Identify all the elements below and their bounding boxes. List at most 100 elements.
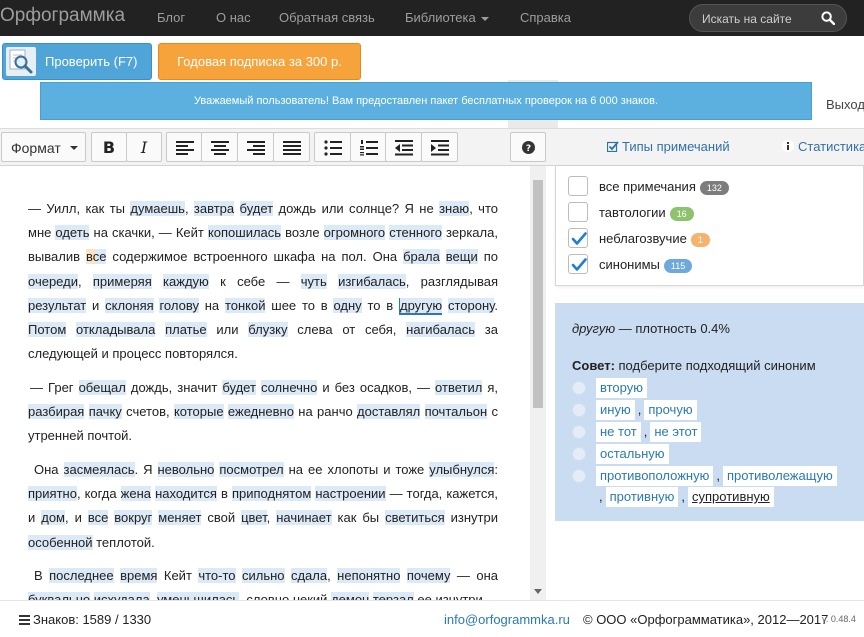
editor-scrollbar[interactable] xyxy=(530,166,546,600)
check-button[interactable]: Проверить (F7) xyxy=(2,43,152,80)
synonym-highlight[interactable]: тонкой xyxy=(224,297,266,313)
logout-link[interactable]: Выход xyxy=(826,97,864,112)
synonym-chip[interactable]: остальную xyxy=(596,444,669,464)
synonym-highlight[interactable]: что-то xyxy=(198,568,236,583)
synonym-highlight[interactable]: одну xyxy=(333,297,362,313)
format-dropdown[interactable]: Формат xyxy=(1,132,86,162)
selected-word-highlight[interactable]: другую xyxy=(399,297,443,315)
synonym-highlight[interactable]: буквально xyxy=(28,592,91,600)
synonym-chip[interactable]: супротивную xyxy=(688,487,774,507)
synonym-highlight[interactable]: особенной xyxy=(28,534,93,550)
indent-button[interactable] xyxy=(421,132,458,162)
synonym-highlight[interactable]: исхудала xyxy=(93,592,150,600)
align-center-button[interactable] xyxy=(201,132,238,162)
synonym-highlight[interactable]: почтальон xyxy=(424,404,488,420)
synonym-chip[interactable]: не этот xyxy=(650,422,702,442)
synonym-highlight[interactable]: приподнятом xyxy=(231,486,312,502)
synonym-highlight[interactable]: Потом xyxy=(28,322,67,338)
synonym-highlight[interactable]: платье xyxy=(165,322,207,338)
synonym-highlight[interactable]: результат xyxy=(28,297,87,313)
italic-button[interactable]: I xyxy=(126,132,162,162)
synonym-highlight[interactable]: сторону xyxy=(447,297,495,313)
synonym-highlight[interactable]: дом xyxy=(41,510,65,526)
synonym-highlight[interactable]: огромного xyxy=(323,225,386,241)
remark-checkbox[interactable] xyxy=(568,202,588,222)
synonym-highlight[interactable]: доставлял xyxy=(357,404,421,420)
synonym-highlight[interactable]: очереди xyxy=(28,273,78,289)
synonym-highlight[interactable]: посмотрел xyxy=(219,462,284,477)
bold-button[interactable]: B xyxy=(91,132,127,162)
synonym-chip[interactable]: прочую xyxy=(644,400,697,420)
synonym-highlight[interactable]: демон xyxy=(331,592,370,600)
synonym-chip[interactable]: противолежащую xyxy=(722,466,837,486)
synonym-chip[interactable]: противоположную xyxy=(596,466,714,486)
synonym-highlight[interactable]: копошилась xyxy=(207,225,282,241)
synonym-highlight[interactable]: будет xyxy=(222,380,256,395)
synonym-highlight[interactable]: разбирая xyxy=(28,404,85,420)
synonym-highlight[interactable]: нагибалась xyxy=(406,322,476,338)
synonym-highlight[interactable]: пачку xyxy=(88,404,122,420)
synonym-highlight[interactable]: время xyxy=(120,568,158,583)
synonym-highlight[interactable]: вещи xyxy=(445,249,478,265)
editor-scrollbar-thumb[interactable] xyxy=(533,180,543,408)
synonym-highlight[interactable]: последнее xyxy=(49,568,114,583)
site-search-input[interactable] xyxy=(702,10,820,27)
synonym-highlight[interactable]: каждую xyxy=(163,273,209,289)
synonym-radio[interactable] xyxy=(572,425,586,439)
menu-icon[interactable] xyxy=(19,615,30,625)
synonym-highlight[interactable]: уменьшилась xyxy=(156,592,240,600)
search-icon[interactable] xyxy=(821,11,835,25)
help-button[interactable]: ? xyxy=(510,132,546,162)
synonym-highlight[interactable]: ответил xyxy=(435,380,483,395)
synonym-highlight[interactable]: терзал xyxy=(372,592,414,600)
synonym-highlight[interactable]: изгибалась xyxy=(338,273,406,289)
align-justify-button[interactable] xyxy=(273,132,310,162)
synonym-chip[interactable]: противную xyxy=(605,487,679,507)
synonym-highlight[interactable]: знаю xyxy=(439,201,470,216)
synonym-chip[interactable]: не тот xyxy=(596,422,641,442)
synonym-highlight[interactable]: непонятно xyxy=(337,568,401,583)
synonym-highlight[interactable]: приятно xyxy=(28,486,77,502)
synonym-radio[interactable] xyxy=(572,403,586,417)
synonym-highlight[interactable]: светиться xyxy=(385,510,445,526)
statistics-tab[interactable]: Статистика xyxy=(782,139,864,154)
numbered-list-button[interactable] xyxy=(350,132,387,162)
synonym-radio[interactable] xyxy=(572,469,586,483)
synonym-highlight[interactable]: примеряя xyxy=(92,273,152,289)
align-left-button[interactable] xyxy=(166,132,202,162)
synonym-highlight[interactable]: сильно xyxy=(241,568,285,583)
synonym-highlight[interactable]: настроении xyxy=(315,486,386,502)
synonym-highlight[interactable]: невольно xyxy=(157,462,215,477)
synonym-highlight[interactable]: начинает xyxy=(276,510,332,526)
synonym-highlight[interactable]: одеть xyxy=(55,225,90,241)
synonym-chip[interactable]: вторую xyxy=(596,378,647,398)
align-right-button[interactable] xyxy=(237,132,274,162)
synonym-highlight[interactable]: голову xyxy=(159,297,199,313)
nav-help[interactable]: Справка xyxy=(520,10,571,25)
remark-checkbox[interactable] xyxy=(568,228,588,248)
synonym-radio[interactable] xyxy=(572,447,586,461)
synonym-highlight[interactable]: обещал xyxy=(78,380,126,395)
synonym-highlight[interactable]: улыбнулся xyxy=(429,462,495,477)
synonym-highlight[interactable]: вокруг xyxy=(114,510,153,526)
synonym-highlight[interactable]: все xyxy=(87,510,109,526)
synonym-highlight[interactable]: завтра xyxy=(193,201,235,216)
text-editor[interactable]: — Уилл, как ты думаешь, завтра будет дож… xyxy=(0,166,530,600)
contact-email-link[interactable]: info@orfogrammka.ru xyxy=(444,612,570,627)
euphony-highlight[interactable]: все xyxy=(85,249,107,265)
synonym-chip[interactable]: иную xyxy=(596,400,635,420)
scroll-down-icon[interactable] xyxy=(534,589,542,594)
synonym-highlight[interactable]: солнечно xyxy=(260,380,318,395)
site-logo[interactable]: Орфограммка xyxy=(0,5,125,27)
bullet-list-button[interactable] xyxy=(314,132,351,162)
synonym-highlight[interactable]: находится xyxy=(155,486,217,502)
synonym-highlight[interactable]: будет xyxy=(239,201,274,216)
synonym-highlight[interactable]: откладывала xyxy=(76,322,156,338)
nav-blog[interactable]: Блог xyxy=(157,10,185,25)
synonym-highlight[interactable]: засмеялась xyxy=(63,462,135,477)
synonym-highlight[interactable]: брала xyxy=(403,249,440,265)
synonym-highlight[interactable]: сдала xyxy=(290,568,328,583)
synonym-highlight[interactable]: стенного xyxy=(389,225,442,241)
synonym-highlight[interactable]: ежедневно xyxy=(227,404,294,420)
synonym-highlight[interactable]: которые xyxy=(173,404,224,420)
